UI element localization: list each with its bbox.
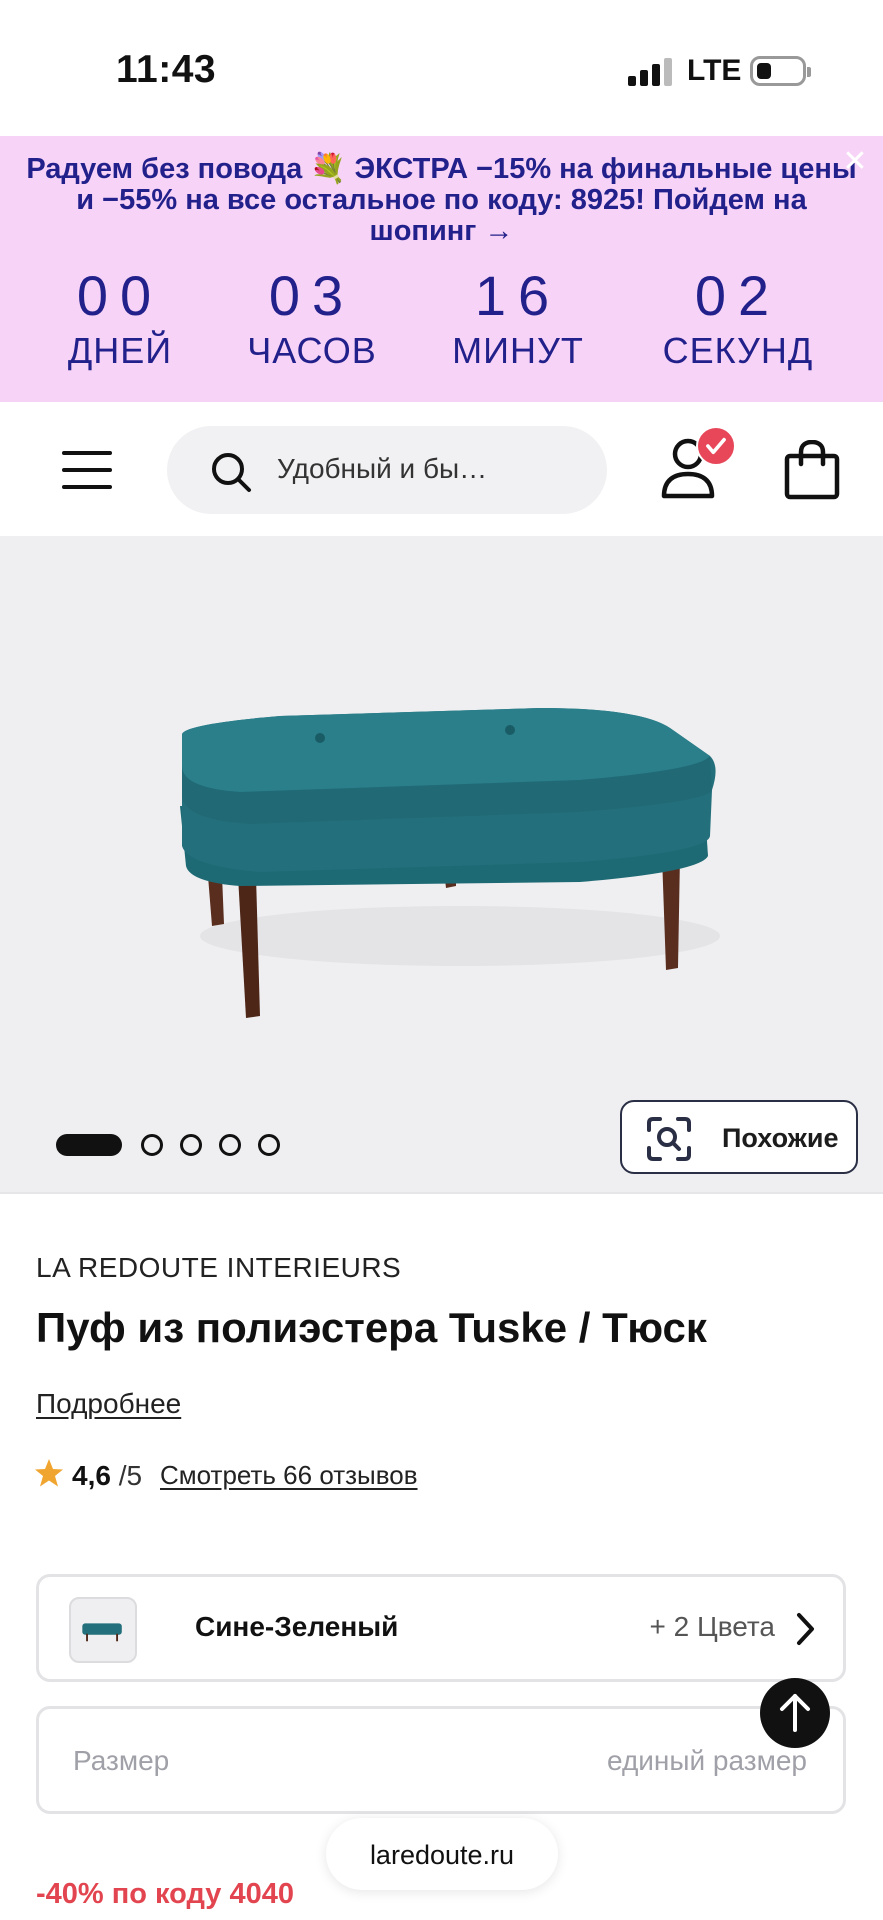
gallery-dot[interactable] xyxy=(180,1134,202,1156)
scroll-to-top-button[interactable] xyxy=(760,1678,830,1748)
star-icon xyxy=(35,1459,63,1487)
menu-icon[interactable] xyxy=(62,451,112,489)
gallery-dot[interactable] xyxy=(258,1134,280,1156)
section-divider xyxy=(0,1192,883,1194)
selected-color: Сине-Зеленый xyxy=(195,1611,399,1642)
promo-text[interactable]: Радуем без повода 💐 ЭКСТРА −15% на финал… xyxy=(20,154,863,247)
similar-label: Похожие xyxy=(722,1123,839,1153)
rating-value: 4,6 /5 xyxy=(72,1460,143,1491)
product-image[interactable] xyxy=(160,686,720,1026)
countdown-timer: 00 ДНЕЙ 03 ЧАСОВ 16 МИНУТ 02 СЕКУНД xyxy=(0,264,883,384)
product-gallery[interactable]: Похожие xyxy=(0,536,883,1192)
gallery-dot[interactable] xyxy=(141,1134,163,1156)
browser-address-bar[interactable]: laredoute.ru xyxy=(326,1818,558,1890)
shopping-bag-icon[interactable] xyxy=(784,440,840,500)
url-text: laredoute.ru xyxy=(369,1840,515,1870)
gallery-dot-active[interactable] xyxy=(56,1134,122,1156)
search-input[interactable]: Удобный и бы… xyxy=(167,426,607,514)
battery-icon xyxy=(750,56,811,86)
gallery-dot[interactable] xyxy=(219,1134,241,1156)
status-time: 11:43 xyxy=(116,48,217,91)
status-bar: 11:43 LTE xyxy=(0,0,883,136)
color-swatch xyxy=(69,1597,137,1663)
more-details-link[interactable]: Подробнее xyxy=(36,1388,181,1420)
countdown-minutes: 16 МИНУТ xyxy=(452,264,584,371)
signal-icon xyxy=(628,58,672,86)
chevron-right-icon xyxy=(797,1613,814,1645)
check-badge-icon xyxy=(696,426,736,466)
countdown-seconds: 02 СЕКУНД xyxy=(662,264,814,371)
size-label: Размер xyxy=(73,1745,170,1776)
close-icon[interactable]: ✕ xyxy=(841,147,869,177)
more-colors: + 2 Цвета xyxy=(649,1611,775,1642)
countdown-hours: 03 ЧАСОВ xyxy=(247,264,377,371)
size-value: единый размер xyxy=(606,1745,807,1776)
reviews-link[interactable]: Смотреть 66 отзывов xyxy=(160,1460,418,1491)
similar-button[interactable]: Похожие xyxy=(620,1100,858,1174)
discount-text: -40% по коду 4040 xyxy=(36,1878,294,1910)
visual-search-icon xyxy=(647,1117,691,1161)
arrow-up-icon xyxy=(780,1694,810,1732)
promo-banner[interactable]: Радуем без повода 💐 ЭКСТРА −15% на финал… xyxy=(0,136,883,402)
search-placeholder: Удобный и бы… xyxy=(277,453,488,484)
search-icon xyxy=(212,453,251,492)
network-type: LTE xyxy=(687,54,742,87)
color-selector[interactable]: Сине-Зеленый + 2 Цвета xyxy=(36,1574,846,1682)
site-header: Удобный и бы… xyxy=(0,402,883,536)
rating-max: /5 xyxy=(118,1460,143,1491)
product-title: Пуф из полиэстера Tuske / Тюск xyxy=(36,1304,707,1351)
size-selector[interactable]: Размер единый размер xyxy=(36,1706,846,1814)
countdown-days: 00 ДНЕЙ xyxy=(67,264,173,371)
product-brand[interactable]: LA REDOUTE INTERIEURS xyxy=(36,1252,401,1284)
